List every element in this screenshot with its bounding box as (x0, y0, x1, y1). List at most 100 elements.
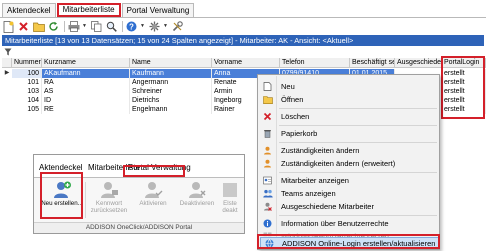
highlight-portallogin-column (441, 56, 485, 119)
cell-name: Angermann (130, 78, 212, 87)
filter-icon[interactable] (4, 48, 12, 56)
svg-text:?: ? (129, 22, 134, 31)
cell-kurzname: ID (42, 96, 130, 105)
column-header-beschaeftigt-seit[interactable]: Beschäftigt seit (350, 58, 395, 68)
menu-item-label: Zuständigkeiten ändern (erweitert) (281, 159, 396, 168)
kennwort-zuruecksetzen-button[interactable]: Kennwort zurücksetzen (87, 181, 131, 219)
grid-header: Nummer Kurzname Name Vorname Telefon Bes… (2, 58, 486, 68)
row-indicator (2, 96, 12, 105)
column-header-kurzname[interactable]: Kurzname (42, 58, 130, 68)
filter-bar (2, 47, 484, 57)
cell-name: Kaufmann (130, 69, 212, 78)
row-indicator: ▶ (4, 70, 10, 76)
trash-icon (262, 129, 273, 138)
list-title-bar: Mitarbeiterliste [13 von 13 Datensätzen;… (2, 35, 484, 46)
menu-item-label: Neu (281, 82, 295, 91)
row-indicator-header (2, 58, 12, 68)
menu-separator (279, 125, 437, 126)
menu-item-zustaendigkeiten-erweitert[interactable]: Zuständigkeiten ändern (erweitert) (259, 158, 439, 169)
chevron-down-icon[interactable]: ▼ (163, 20, 169, 33)
menu-separator (279, 142, 437, 143)
highlight-portal-verwaltung-tab (123, 165, 185, 177)
column-header-vorname[interactable]: Vorname (212, 58, 280, 68)
cell-kurzname: RE (42, 105, 130, 114)
delete-icon (262, 112, 273, 121)
menu-item-teams-anzeigen[interactable]: Teams anzeigen (259, 188, 439, 199)
former-employee-icon (262, 202, 273, 211)
column-header-ausgeschieden-am[interactable]: Ausgeschieden am (395, 58, 442, 68)
menu-item-label: Zuständigkeiten ändern (281, 146, 360, 155)
search-icon[interactable] (105, 20, 118, 33)
team-icon (262, 189, 273, 198)
reset-password-icon (101, 182, 118, 198)
help-icon[interactable]: ? (125, 20, 138, 33)
print-icon[interactable] (67, 20, 80, 33)
menu-separator (279, 215, 437, 216)
ribbon-group-label: ADDISON OneClick/ADDISON Portal (34, 222, 244, 233)
toolbar-separator (64, 21, 65, 32)
more-icon (223, 183, 237, 197)
menu-item-label: Öffnen (281, 95, 304, 104)
chevron-down-icon[interactable]: ▼ (140, 20, 146, 33)
row-indicator (2, 78, 12, 87)
menu-item-oeffnen[interactable]: Öffnen (259, 94, 439, 105)
cell-name: Dietrichs (130, 96, 212, 105)
row-indicator (2, 105, 12, 114)
cell-nummer: 100 (12, 69, 42, 78)
tab-divider (0, 17, 486, 18)
menu-item-label: Papierkorb (281, 129, 318, 138)
aktivieren-button[interactable]: Aktivieren (131, 181, 175, 219)
tab-mitarbeiterliste[interactable]: Mitarbeiterliste (56, 3, 121, 17)
main-toolbar: ▼ ? ▼ ▼ (2, 19, 186, 34)
button-label: Deaktivieren (179, 200, 215, 207)
row-indicator (2, 87, 12, 96)
elster-deaktivieren-button[interactable]: Elste deakt (217, 181, 243, 219)
open-icon[interactable] (32, 20, 45, 33)
menu-item-mitarbeiter-anzeigen[interactable]: Mitarbeiter anzeigen (259, 175, 439, 186)
cell-nummer: 101 (12, 78, 42, 87)
employee-icon (262, 176, 273, 185)
menu-item-label: Information über Benutzerrechte (281, 219, 389, 228)
cell-nummer: 105 (12, 105, 42, 114)
deactivate-user-icon (189, 182, 206, 198)
responsibility-icon (262, 146, 273, 155)
delete-icon[interactable] (17, 20, 30, 33)
deaktivieren-button[interactable]: Deaktivieren (175, 181, 219, 219)
menu-separator (279, 172, 437, 173)
button-label: Aktivieren (139, 200, 167, 207)
column-header-name[interactable]: Name (130, 58, 212, 68)
refresh-icon[interactable] (47, 20, 60, 33)
menu-item-loeschen[interactable]: Löschen (259, 111, 439, 122)
button-label: Kennwort (95, 200, 123, 207)
activate-user-icon (145, 182, 163, 198)
cell-nummer: 104 (12, 96, 42, 105)
responsibility-extended-icon (262, 159, 273, 168)
menu-item-zustaendigkeiten-aendern[interactable]: Zuständigkeiten ändern (259, 145, 439, 156)
highlight-neu-erstellen-button (40, 172, 83, 219)
button-sublabel: deakt (222, 207, 238, 214)
cell-kurzname: AKaufmann (42, 69, 130, 78)
copy-icon[interactable] (90, 20, 103, 33)
main-tab-bar: Aktendeckel Mitarbeiterliste Portal Verw… (2, 3, 195, 17)
ribbon-separator (85, 182, 86, 218)
column-header-telefon[interactable]: Telefon (280, 58, 350, 68)
tab-aktendeckel[interactable]: Aktendeckel (2, 3, 56, 17)
menu-separator (279, 108, 437, 109)
new-document-icon[interactable] (2, 20, 15, 33)
column-header-nummer[interactable]: Nummer (12, 58, 42, 68)
menu-item-information-benutzerrechte[interactable]: Information über Benutzerrechte (259, 218, 439, 229)
menu-item-neu[interactable]: Neu (259, 81, 439, 92)
settings-icon[interactable] (148, 20, 161, 33)
tab-portal-verwaltung[interactable]: Portal Verwaltung (121, 3, 195, 17)
open-folder-icon (262, 95, 273, 104)
menu-item-ausgeschiedene-mitarbeiter[interactable]: Ausgeschiedene Mitarbeiter (259, 201, 439, 212)
context-menu: Neu Öffnen Löschen Papierkorb Zuständigk… (257, 74, 440, 250)
menu-item-papierkorb[interactable]: Papierkorb (259, 128, 439, 139)
cell-name: Engelmann (130, 105, 212, 114)
menu-item-label: Mitarbeiter anzeigen (281, 176, 349, 185)
chevron-down-icon[interactable]: ▼ (82, 20, 88, 33)
tools-icon[interactable] (171, 20, 184, 33)
toolbar-separator (122, 21, 123, 32)
button-sublabel: zurücksetzen (90, 207, 128, 214)
highlight-online-login-item (257, 234, 440, 249)
